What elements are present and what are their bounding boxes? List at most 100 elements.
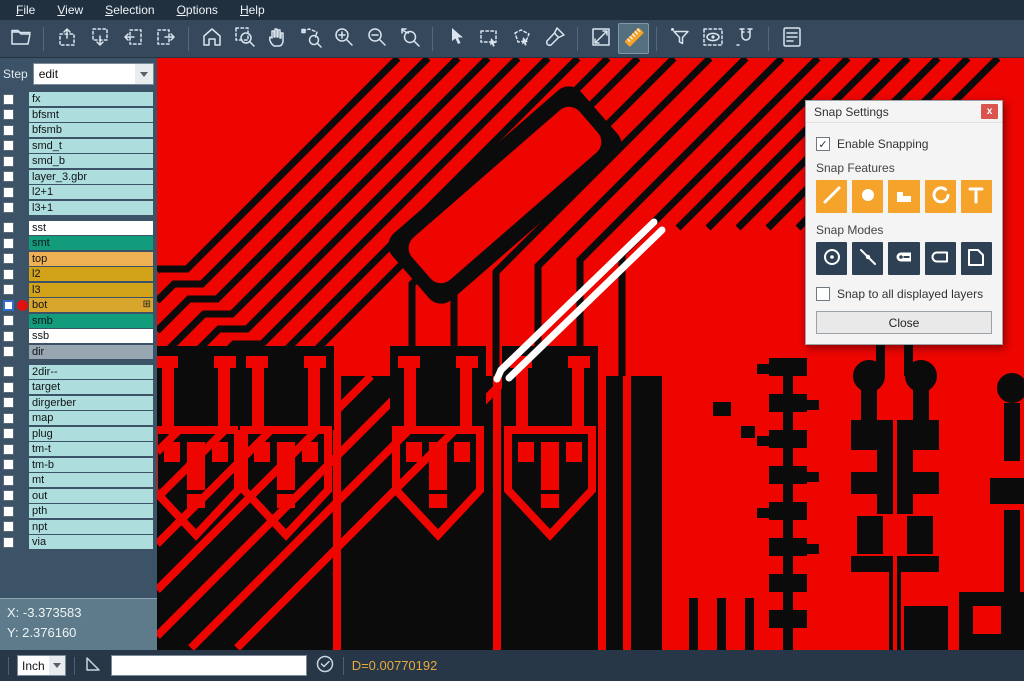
pan-down-button[interactable]	[84, 23, 115, 54]
select-polygon-button[interactable]	[506, 23, 537, 54]
select-arrow-button[interactable]	[440, 23, 471, 54]
layer-label-dir[interactable]: dir	[29, 345, 153, 359]
layer-checkbox-top[interactable]	[3, 253, 14, 264]
report-button[interactable]	[776, 23, 807, 54]
zoom-in-button[interactable]	[328, 23, 359, 54]
layer-checkbox-plug[interactable]	[3, 428, 14, 439]
layer-checkbox-bfsmt[interactable]	[3, 109, 14, 120]
layer-checkbox-dirgerber[interactable]	[3, 397, 14, 408]
layer-checkbox-l2+1[interactable]	[3, 187, 14, 198]
layer-checkbox-map[interactable]	[3, 413, 14, 424]
layer-label-pth[interactable]: pth	[29, 504, 153, 518]
layer-label-bfsmt[interactable]: bfsmt	[29, 108, 153, 122]
step-dropdown[interactable]: edit	[33, 63, 154, 85]
snap-magnet-button[interactable]	[730, 23, 761, 54]
layer-label-layer_3.gbr[interactable]: layer_3.gbr	[29, 170, 153, 184]
layer-label-target[interactable]: target	[29, 380, 153, 394]
layer-checkbox-2dir--[interactable]	[3, 366, 14, 377]
layer-checkbox-target[interactable]	[3, 382, 14, 393]
view-eye-button[interactable]	[697, 23, 728, 54]
layer-label-sst[interactable]: sst	[29, 221, 153, 235]
layer-label-bfsmb[interactable]: bfsmb	[29, 123, 153, 137]
snap-arc-button[interactable]	[925, 180, 956, 213]
layer-checkbox-ssb[interactable]	[3, 331, 14, 342]
layer-label-out[interactable]: out	[29, 489, 153, 503]
layer-label-tm-b[interactable]: tm-b	[29, 458, 153, 472]
pan-right-button[interactable]	[150, 23, 181, 54]
zoom-previous-button[interactable]	[394, 23, 425, 54]
snap-slot-filled-button[interactable]	[888, 242, 919, 275]
clear-brush-button[interactable]	[539, 23, 570, 54]
filter-button[interactable]	[664, 23, 695, 54]
snap-center-button[interactable]	[816, 242, 847, 275]
menu-help[interactable]: Help	[230, 1, 275, 19]
open-folder-button[interactable]	[5, 23, 36, 54]
layer-checkbox-smd_t[interactable]	[3, 140, 14, 151]
layer-label-2dir--[interactable]: 2dir--	[29, 365, 153, 379]
snap-text-button[interactable]	[961, 180, 992, 213]
layer-checkbox-l3+1[interactable]	[3, 202, 14, 213]
menu-options[interactable]: Options	[167, 1, 228, 19]
snap-pad-button[interactable]	[852, 180, 883, 213]
layer-checkbox-fx[interactable]	[3, 94, 14, 105]
layer-checkbox-npt[interactable]	[3, 521, 14, 532]
pan-left-button[interactable]	[117, 23, 148, 54]
layer-checkbox-smb[interactable]	[3, 315, 14, 326]
layer-label-ssb[interactable]: ssb	[29, 329, 153, 343]
snap-slot-outline-button[interactable]	[925, 242, 956, 275]
menu-view[interactable]: View	[47, 1, 93, 19]
layer-label-plug[interactable]: plug	[29, 427, 153, 441]
home-button[interactable]	[196, 23, 227, 54]
enable-snapping-checkbox[interactable]: ✓	[816, 137, 830, 151]
layer-label-via[interactable]: via	[29, 535, 153, 549]
layer-checkbox-l2[interactable]	[3, 269, 14, 280]
layer-label-smb[interactable]: smb	[29, 314, 153, 328]
snap-all-layers-checkbox[interactable]	[816, 287, 830, 301]
layer-checkbox-bot[interactable]	[3, 300, 14, 311]
menu-selection[interactable]: Selection	[95, 1, 164, 19]
layer-checkbox-bfsmb[interactable]	[3, 125, 14, 136]
layer-checkbox-out[interactable]	[3, 490, 14, 501]
select-rect-button[interactable]	[473, 23, 504, 54]
check-circle-icon[interactable]	[315, 654, 335, 677]
ruler-button[interactable]	[618, 23, 649, 54]
layer-checkbox-dir[interactable]	[3, 346, 14, 357]
snap-surface-button[interactable]	[888, 180, 919, 213]
layer-checkbox-tm-t[interactable]	[3, 444, 14, 455]
close-icon[interactable]: x	[981, 104, 998, 119]
layer-label-smd_b[interactable]: smd_b	[29, 154, 153, 168]
menu-file[interactable]: File	[6, 1, 45, 19]
command-input[interactable]	[111, 655, 307, 676]
layer-label-dirgerber[interactable]: dirgerber	[29, 396, 153, 410]
chevron-down-icon[interactable]	[135, 64, 153, 84]
layer-label-smd_t[interactable]: smd_t	[29, 139, 153, 153]
zoom-window-button[interactable]	[229, 23, 260, 54]
layer-label-l3+1[interactable]: l3+1	[29, 201, 153, 215]
layer-label-tm-t[interactable]: tm-t	[29, 442, 153, 456]
layer-checkbox-via[interactable]	[3, 537, 14, 548]
dialog-titlebar[interactable]: Snap Settings x	[806, 101, 1002, 123]
layer-checkbox-pth[interactable]	[3, 506, 14, 517]
layer-label-smt[interactable]: smt	[29, 236, 153, 250]
zoom-polygon-button[interactable]	[295, 23, 326, 54]
layer-label-bot[interactable]: bot⊞	[29, 298, 153, 312]
snap-contour-button[interactable]	[961, 242, 992, 275]
layer-label-l2[interactable]: l2	[29, 267, 153, 281]
layer-label-mt[interactable]: mt	[29, 473, 153, 487]
layer-checkbox-smd_b[interactable]	[3, 156, 14, 167]
close-button[interactable]: Close	[816, 311, 992, 334]
pan-up-button[interactable]	[51, 23, 82, 54]
layer-label-l2+1[interactable]: l2+1	[29, 185, 153, 199]
unit-select[interactable]: Inch	[17, 655, 66, 676]
chevron-down-icon[interactable]	[49, 656, 65, 675]
layer-checkbox-tm-b[interactable]	[3, 459, 14, 470]
layer-label-l3[interactable]: l3	[29, 283, 153, 297]
measure-line-button[interactable]	[585, 23, 616, 54]
snap-midpoint-button[interactable]	[852, 242, 883, 275]
layer-checkbox-mt[interactable]	[3, 475, 14, 486]
layer-label-npt[interactable]: npt	[29, 520, 153, 534]
layer-label-fx[interactable]: fx	[29, 92, 153, 106]
angle-corner-icon[interactable]	[83, 654, 103, 677]
layer-checkbox-smt[interactable]	[3, 238, 14, 249]
layer-checkbox-l3[interactable]	[3, 284, 14, 295]
